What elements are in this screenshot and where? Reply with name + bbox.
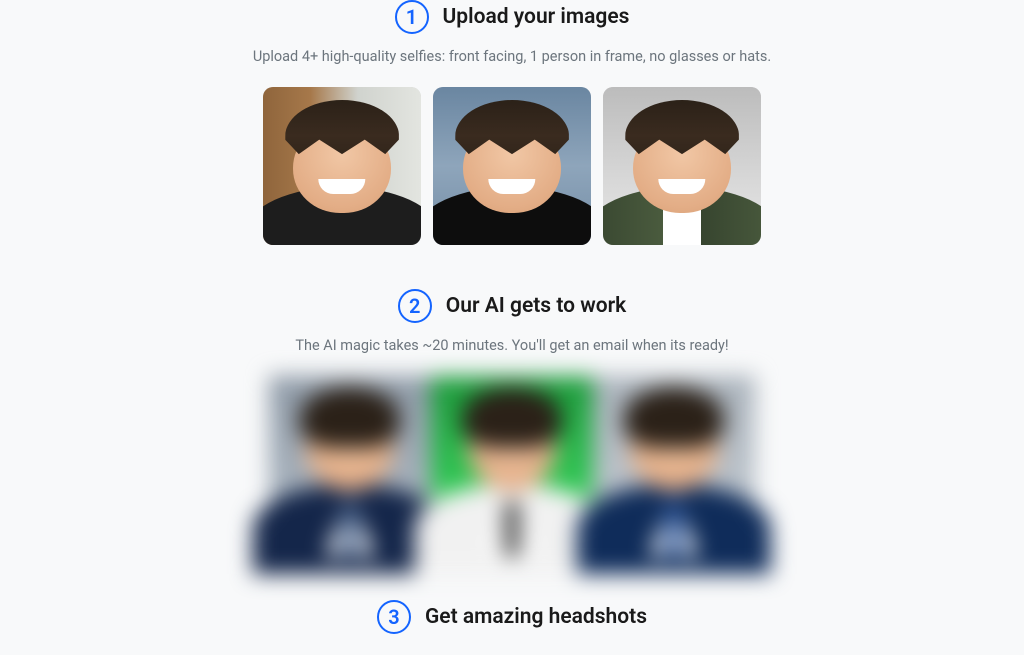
step-2: 2 Our AI gets to work The AI magic takes… <box>0 289 1024 556</box>
step-3-title: Get amazing headshots <box>425 605 647 629</box>
processing-preview-2 <box>431 376 593 556</box>
step-1: 1 Upload your images Upload 4+ high-qual… <box>0 0 1024 245</box>
step-2-title: Our AI gets to work <box>446 294 627 318</box>
step-2-number-badge: 2 <box>398 289 432 323</box>
step-1-number-badge: 1 <box>395 0 429 34</box>
step-3-header: 3 Get amazing headshots <box>377 600 647 634</box>
selfie-example-1 <box>263 87 421 245</box>
processing-preview-3 <box>593 376 755 556</box>
step-1-title: Upload your images <box>443 5 630 29</box>
selfie-examples-row <box>263 87 761 245</box>
selfie-example-2 <box>433 87 591 245</box>
step-2-header: 2 Our AI gets to work <box>398 289 627 323</box>
selfie-example-3 <box>603 87 761 245</box>
step-3: 3 Get amazing headshots <box>0 600 1024 634</box>
how-it-works-section: 1 Upload your images Upload 4+ high-qual… <box>0 0 1024 634</box>
step-1-description: Upload 4+ high-quality selfies: front fa… <box>253 48 771 65</box>
processing-preview-1 <box>269 376 431 556</box>
step-2-description: The AI magic takes ~20 minutes. You'll g… <box>295 337 728 354</box>
processing-preview-row <box>269 376 755 556</box>
step-3-number-badge: 3 <box>377 600 411 634</box>
step-1-header: 1 Upload your images <box>395 0 630 34</box>
